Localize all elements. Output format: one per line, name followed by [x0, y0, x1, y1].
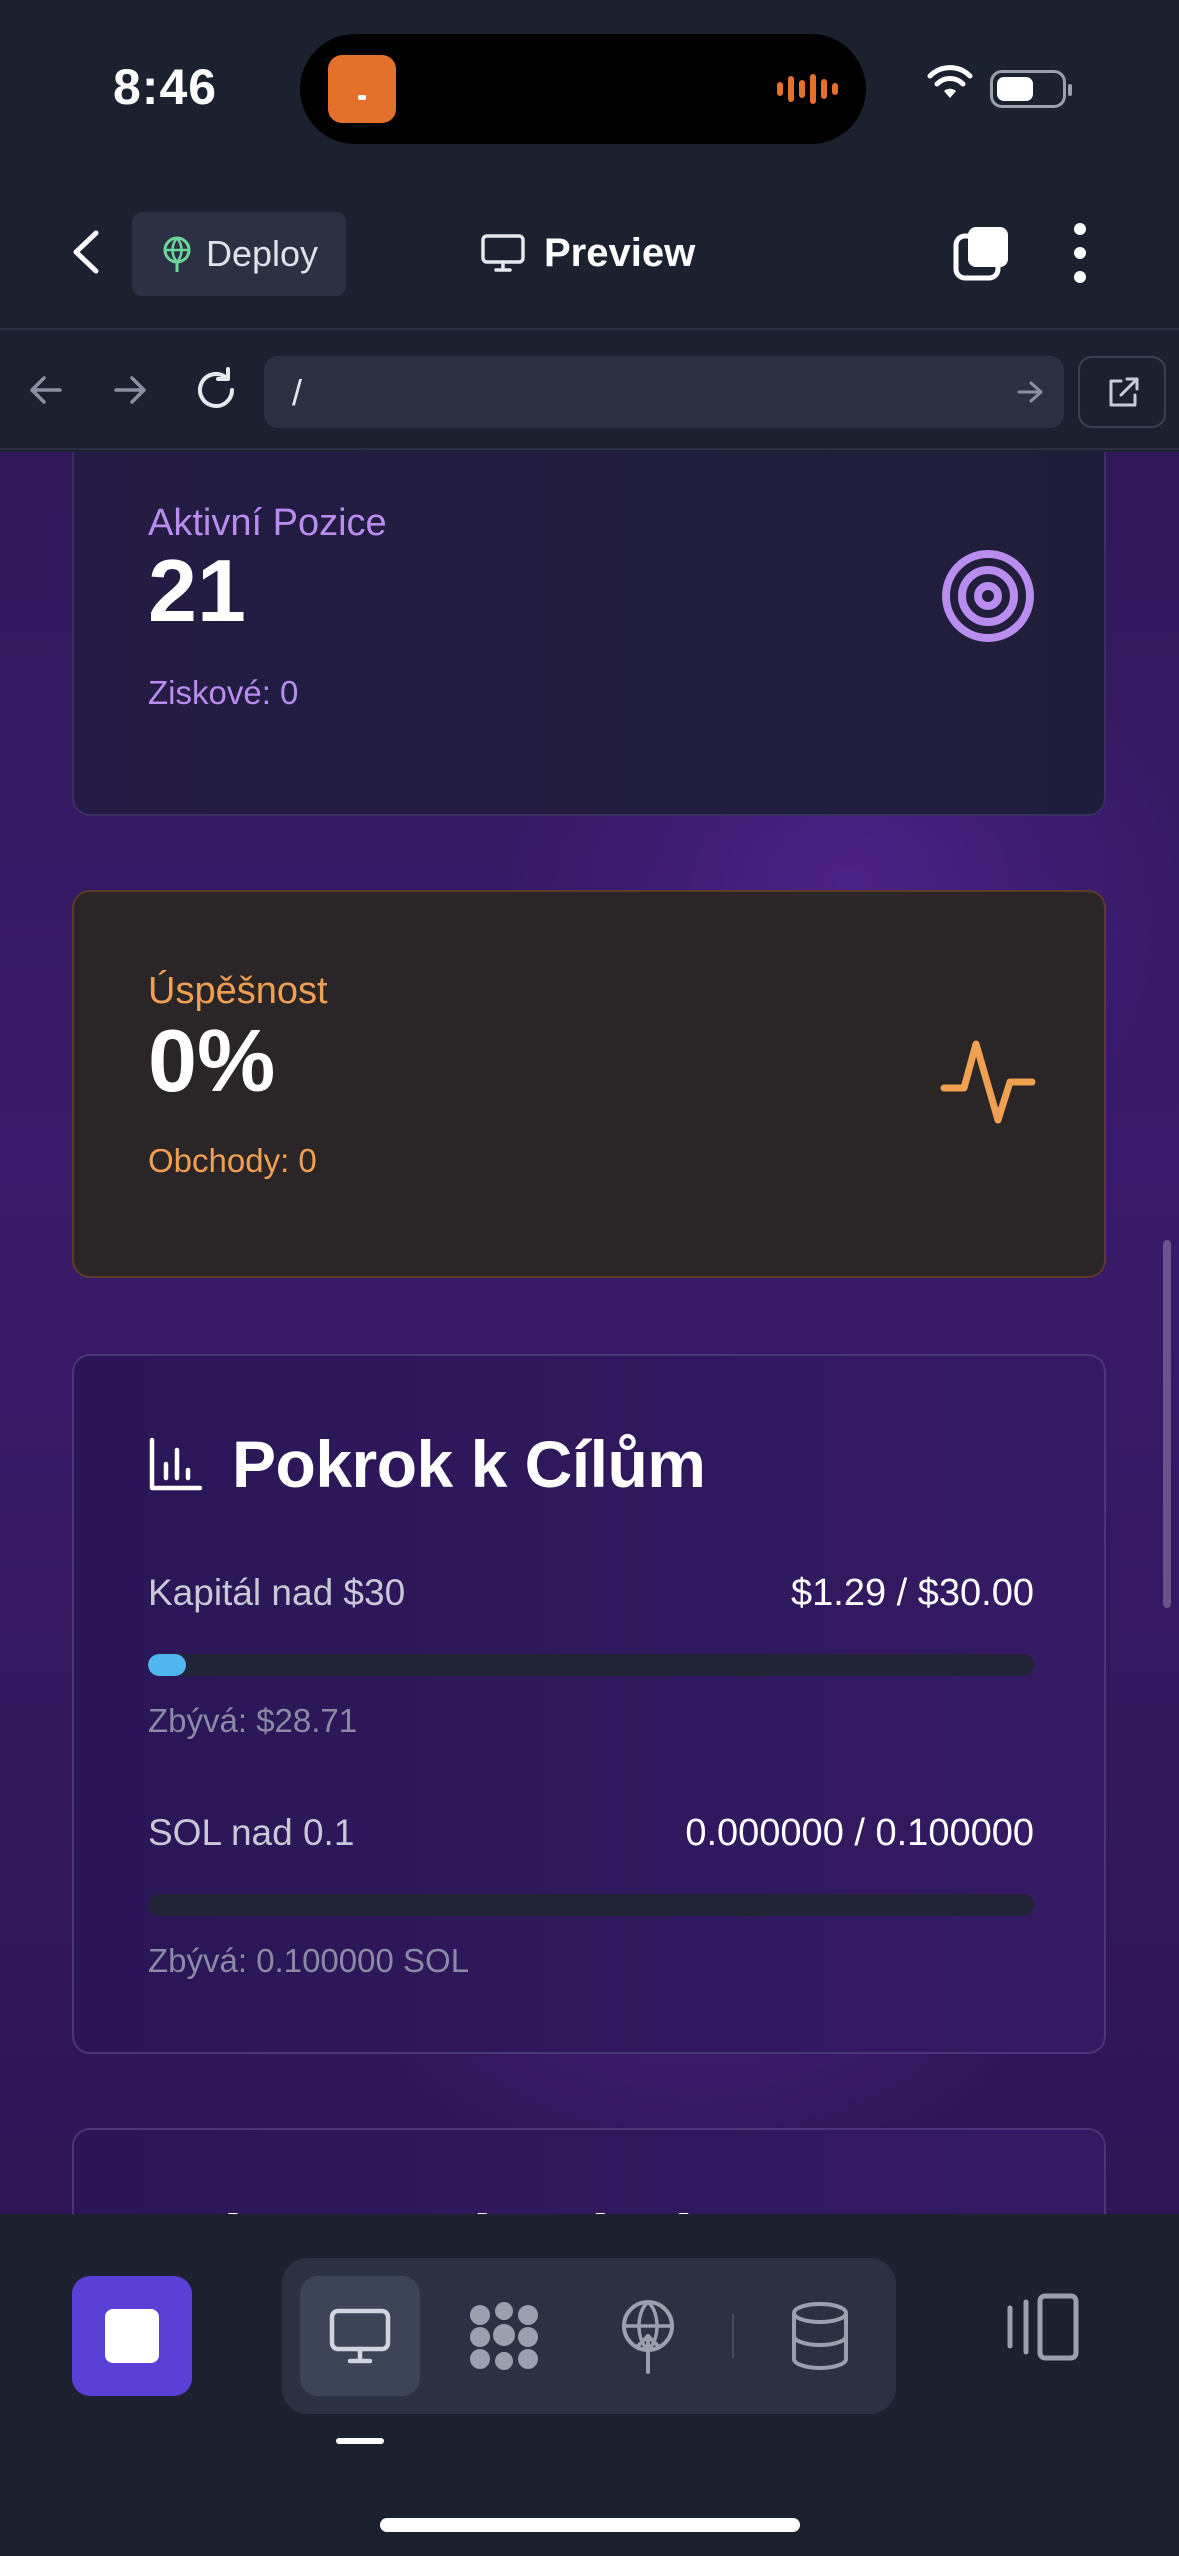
goal-name: Kapitál nad $30: [148, 1572, 406, 1613]
segment-divider: [732, 2314, 734, 2358]
bottom-toolbar: [0, 2214, 1179, 2556]
deploy-icon: [622, 2300, 674, 2374]
desktop-icon: [329, 2308, 391, 2364]
go-arrow-icon[interactable]: [1016, 378, 1044, 406]
success-rate-card: Úspěšnost 0% Obchody: 0: [72, 890, 1106, 1278]
browser-forward-icon[interactable]: [110, 370, 150, 410]
wifi-icon: [927, 65, 973, 98]
active-positions-sub: Ziskové: 0: [148, 674, 299, 711]
url-bar: /: [0, 332, 1179, 450]
token-positions-card: Token Pozice (21): [72, 2128, 1106, 2214]
success-rate-label: Úspěšnost: [148, 970, 328, 1012]
layout-icon[interactable]: [1000, 2284, 1080, 2370]
reload-icon[interactable]: [192, 366, 240, 414]
scrollbar[interactable]: [1163, 1240, 1171, 1608]
url-path: /: [292, 372, 303, 413]
goal-amount: 0.000000 / 0.100000: [685, 1812, 1034, 1854]
tabs-icon[interactable]: [952, 224, 1012, 284]
graph-view-button[interactable]: [444, 2276, 564, 2396]
deploy-globe-icon: [163, 236, 191, 272]
goal-progress-track: [148, 1894, 1034, 1916]
graph-icon: [470, 2302, 538, 2370]
active-positions-label: Aktivní Pozice: [148, 502, 387, 544]
goal-progress-track: [148, 1654, 1034, 1676]
goal-progress-fill: [148, 1654, 187, 1676]
view-switcher: [282, 2258, 896, 2414]
stop-button[interactable]: [72, 2276, 192, 2396]
goals-header: Pokrok k Cílům: [148, 1426, 706, 1502]
goals-title: Pokrok k Cílům: [232, 1427, 706, 1501]
status-bar: 8:46: [0, 0, 1179, 175]
status-time: 8:46: [113, 59, 218, 115]
goal-remaining: Zbývá: 0.100000 SOL: [148, 1942, 470, 1979]
browser-back-icon[interactable]: [26, 370, 66, 410]
token-positions-title: Token Pozice (21): [148, 2200, 701, 2214]
recording-app-icon: [328, 55, 396, 123]
preview-view-button[interactable]: [300, 2276, 420, 2396]
deploy-button[interactable]: Deploy: [132, 212, 346, 296]
preview-label: Preview: [544, 230, 696, 275]
monitor-icon: [481, 234, 525, 272]
more-vertical-icon[interactable]: [1070, 221, 1090, 285]
preview-content[interactable]: Aktivní Pozice 21 Ziskové: 0 Úspěšnost 0…: [0, 452, 1179, 2214]
goal-amount: $1.29 / $30.00: [791, 1572, 1034, 1614]
goal-name: SOL nad 0.1: [148, 1812, 355, 1853]
target-icon: [942, 550, 1034, 642]
goals-card: Pokrok k Cílům Kapitál nad $30 $1.29 / $…: [72, 1354, 1106, 2054]
active-positions-value: 21: [148, 541, 246, 640]
goal-remaining: Zbývá: $28.71: [148, 1702, 358, 1739]
dynamic-island: [300, 34, 866, 144]
deploy-view-button[interactable]: [588, 2276, 708, 2396]
back-chevron-icon[interactable]: [62, 227, 112, 277]
preview-title: Preview: [480, 221, 695, 285]
audio-waveform-icon: [777, 74, 838, 104]
active-positions-card: Aktivní Pozice 21 Ziskové: 0: [72, 452, 1106, 816]
url-input[interactable]: /: [264, 356, 1064, 428]
home-indicator[interactable]: [380, 2518, 800, 2532]
bar-chart-icon: [149, 1437, 203, 1491]
external-link-icon: [1109, 377, 1139, 407]
active-view-indicator: [336, 2438, 384, 2444]
success-rate-value: 0%: [148, 1011, 276, 1110]
app-header: Deploy Preview: [0, 175, 1179, 330]
database-view-button[interactable]: [760, 2276, 880, 2396]
deploy-label: Deploy: [206, 233, 319, 274]
database-icon: [792, 2302, 848, 2371]
battery-icon: [990, 70, 1072, 108]
activity-icon: [940, 1040, 1036, 1124]
open-external-button[interactable]: [1078, 356, 1166, 428]
success-rate-sub: Obchody: 0: [148, 1142, 317, 1179]
